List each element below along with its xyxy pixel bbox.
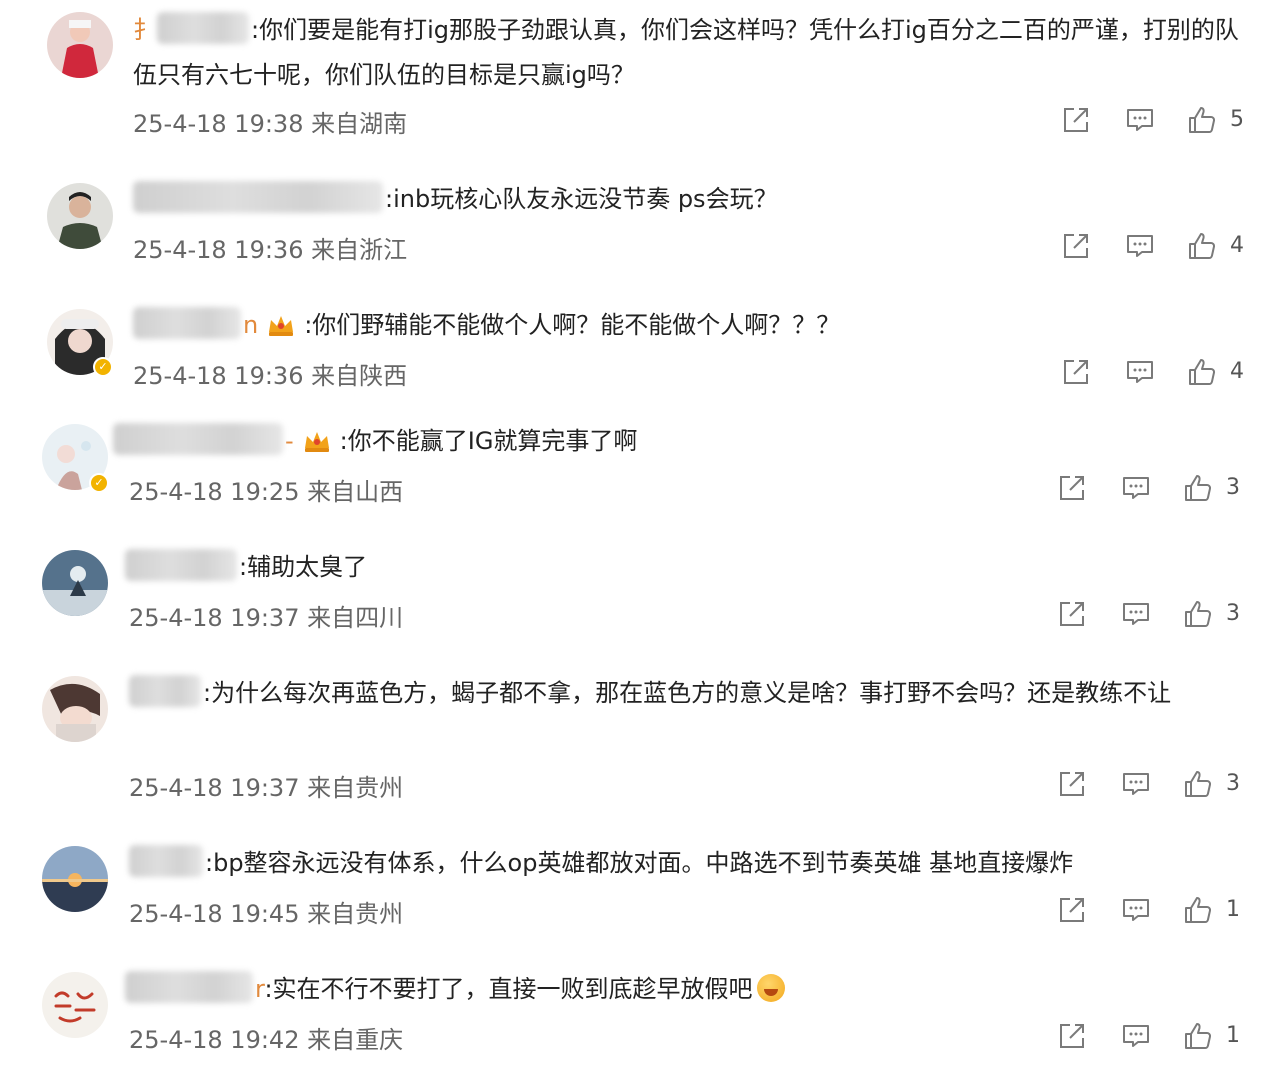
- location: 来自贵州: [307, 774, 404, 802]
- share-icon[interactable]: [1056, 598, 1088, 630]
- thumbs-up-icon[interactable]: [1186, 356, 1218, 388]
- comment-meta: 25-4-18 19:37 来自贵州: [129, 768, 403, 803]
- comment-body: :为什么每次再蓝色方，蝎子都不拿，那在蓝色方的意义是啥？事打野不会吗？还是教练不…: [203, 679, 1172, 707]
- comment-meta: 25-4-18 19:42 来自重庆: [129, 1020, 403, 1055]
- comment-icon[interactable]: [1120, 598, 1152, 630]
- like-count: 5: [1230, 107, 1244, 132]
- location: 来自贵州: [307, 900, 404, 928]
- location: 来自浙江: [311, 236, 408, 264]
- location: 来自湖南: [311, 110, 408, 138]
- thumbs-up-icon[interactable]: [1182, 598, 1214, 630]
- verified-badge-icon: ✓: [93, 357, 113, 377]
- timestamp: 25-4-18 19:37: [129, 774, 300, 802]
- like-count: 3: [1226, 475, 1240, 500]
- timestamp: 25-4-18 19:42: [129, 1026, 300, 1054]
- comment-text: - :你不能赢了IG就算完事了啊: [113, 419, 637, 464]
- thumbs-up-icon[interactable]: [1186, 104, 1218, 136]
- avatar[interactable]: [42, 846, 108, 912]
- location: 来自重庆: [307, 1026, 404, 1054]
- comment-text: 扌:你们要是能有打ig那股子劲跟认真，你们会这样吗？凭什么打ig百分之二百的严谨…: [133, 8, 1243, 98]
- comment-actions: 3: [1056, 768, 1256, 800]
- like-count: 1: [1226, 897, 1240, 922]
- username[interactable]: n: [133, 307, 258, 339]
- comment-actions: 3: [1056, 472, 1256, 504]
- username[interactable]: r: [125, 971, 264, 1003]
- comment-icon[interactable]: [1120, 472, 1152, 504]
- location: 来自山西: [307, 478, 404, 506]
- like-count: 4: [1230, 233, 1244, 258]
- avatar[interactable]: [47, 12, 113, 78]
- comment-icon[interactable]: [1120, 894, 1152, 926]
- comment-icon[interactable]: [1124, 230, 1156, 262]
- username[interactable]: 扌: [133, 12, 251, 44]
- timestamp: 25-4-18 19:45: [129, 900, 300, 928]
- share-icon[interactable]: [1060, 356, 1092, 388]
- username[interactable]: [129, 845, 205, 877]
- share-icon[interactable]: [1056, 768, 1088, 800]
- thumbs-up-icon[interactable]: [1182, 1020, 1214, 1052]
- comment-icon[interactable]: [1124, 356, 1156, 388]
- comment-text: :辅助太臭了: [125, 545, 367, 590]
- comment-text: r:实在不行不要打了，直接一败到底趁早放假吧: [125, 967, 785, 1012]
- comment-actions: 1: [1056, 1020, 1256, 1052]
- timestamp: 25-4-18 19:38: [133, 110, 304, 138]
- share-icon[interactable]: [1060, 104, 1092, 136]
- like-count: 4: [1230, 359, 1244, 384]
- share-icon[interactable]: [1056, 472, 1088, 504]
- comment-icon[interactable]: [1124, 104, 1156, 136]
- comment-body: :你们野辅能不能做个人啊？能不能做个人啊？？？: [304, 311, 841, 339]
- comment-text: :inb玩核心队友永远没节奏 ps会玩？: [133, 177, 778, 222]
- thumbs-up-icon[interactable]: [1182, 472, 1214, 504]
- share-icon[interactable]: [1060, 230, 1092, 262]
- share-icon[interactable]: [1056, 1020, 1088, 1052]
- comment-meta: 25-4-18 19:36 来自浙江: [133, 230, 407, 265]
- username[interactable]: [133, 181, 385, 213]
- comment-actions: 1: [1056, 894, 1256, 926]
- timestamp: 25-4-18 19:36: [133, 236, 304, 264]
- location: 来自陕西: [311, 362, 408, 390]
- share-icon[interactable]: [1056, 894, 1088, 926]
- timestamp: 25-4-18 19:37: [129, 604, 300, 632]
- username[interactable]: [129, 675, 203, 707]
- comment-meta: 25-4-18 19:45 来自贵州: [129, 894, 403, 929]
- comment-body: :inb玩核心队友永远没节奏 ps会玩？: [385, 185, 778, 213]
- comment-body: :辅助太臭了: [239, 553, 368, 581]
- grinning-sweat-emoji-icon: [756, 974, 785, 1002]
- username[interactable]: [125, 549, 239, 581]
- avatar[interactable]: [42, 550, 108, 616]
- thumbs-up-icon[interactable]: [1186, 230, 1218, 262]
- timestamp: 25-4-18 19:36: [133, 362, 304, 390]
- comment-meta: 25-4-18 19:36 来自陕西: [133, 356, 407, 391]
- comment-body: :实在不行不要打了，直接一败到底趁早放假吧: [264, 975, 753, 1003]
- location: 来自四川: [307, 604, 404, 632]
- comment-text: :为什么每次再蓝色方，蝎子都不拿，那在蓝色方的意义是啥？事打野不会吗？还是教练不…: [129, 671, 1249, 716]
- username[interactable]: -: [113, 423, 294, 455]
- comment-body: :你不能赢了IG就算完事了啊: [339, 427, 638, 455]
- comment-meta: 25-4-18 19:37 来自四川: [129, 598, 403, 633]
- comment-actions: 4: [1060, 230, 1260, 262]
- timestamp: 25-4-18 19:25: [129, 478, 300, 506]
- comment-text: :bp整容永远没有体系，什么op英雄都放对面。中路选不到节奏英雄 基地直接爆炸: [129, 841, 1073, 886]
- avatar[interactable]: [42, 676, 108, 742]
- comment-meta: 25-4-18 19:25 来自山西: [129, 472, 403, 507]
- comment-meta: 25-4-18 19:38 来自湖南: [133, 104, 407, 139]
- thumbs-up-icon[interactable]: [1182, 894, 1214, 926]
- comment-body: :你们要是能有打ig那股子劲跟认真，你们会这样吗？凭什么打ig百分之二百的严谨，…: [133, 16, 1239, 89]
- comment-text: n :你们野辅能不能做个人啊？能不能做个人啊？？？: [133, 303, 840, 348]
- crown-badge-icon: [304, 432, 329, 452]
- comment-actions: 4: [1060, 356, 1260, 388]
- like-count: 3: [1226, 771, 1240, 796]
- like-count: 1: [1226, 1023, 1240, 1048]
- comment-body: :bp整容永远没有体系，什么op英雄都放对面。中路选不到节奏英雄 基地直接爆炸: [205, 849, 1074, 877]
- thumbs-up-icon[interactable]: [1182, 768, 1214, 800]
- comment-actions: 5: [1060, 104, 1260, 136]
- avatar[interactable]: [42, 972, 108, 1038]
- crown-badge-icon: [269, 316, 294, 336]
- verified-badge-icon: ✓: [89, 473, 109, 493]
- comment-actions: 3: [1056, 598, 1256, 630]
- avatar[interactable]: [47, 183, 113, 249]
- comment-icon[interactable]: [1120, 768, 1152, 800]
- like-count: 3: [1226, 601, 1240, 626]
- comment-icon[interactable]: [1120, 1020, 1152, 1052]
